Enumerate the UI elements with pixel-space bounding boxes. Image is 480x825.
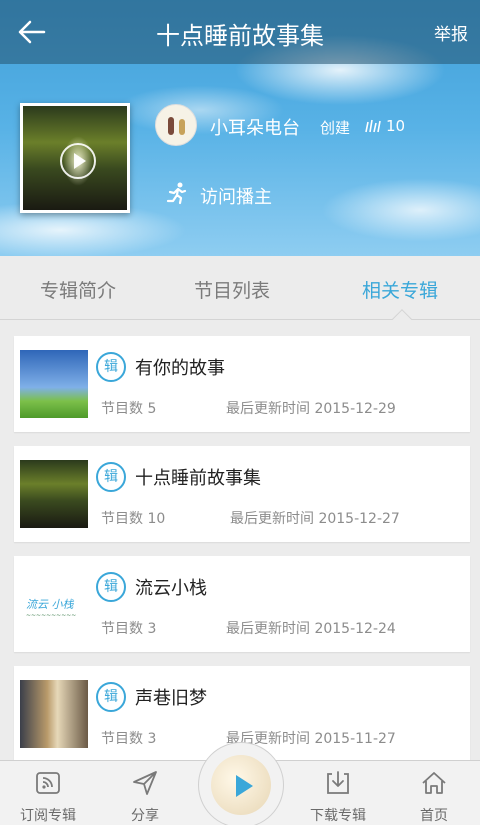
page-title: 十点睡前故事集 (156, 22, 324, 50)
last-updated: 最后更新时间 2015-12-24 (226, 621, 396, 637)
thumbnail-brand-sub: ~~~~~~~~~~ (26, 612, 77, 619)
album-title: 声巷旧梦 (135, 688, 207, 709)
album-thumbnail (20, 680, 88, 748)
program-count: 节目数 5 (101, 401, 157, 417)
top-bar: 十点睡前故事集 举报 (0, 0, 480, 64)
play-icon (74, 153, 86, 169)
tab-related-albums[interactable]: 相关专辑 (362, 276, 438, 303)
album-title: 流云小栈 (135, 578, 207, 599)
album-badge-icon: 辑 (96, 462, 126, 492)
visit-host-button[interactable]: 访问播主 (200, 183, 272, 209)
tab-bar: 专辑简介 节目列表 相关专辑 (0, 256, 480, 320)
host-name-link[interactable]: 小耳朵电台 (210, 114, 300, 140)
album-list-item[interactable]: 辑 有你的故事 节目数 5 最后更新时间 2015-12-29 (14, 336, 470, 432)
nav-label: 分享 (131, 808, 159, 824)
followers-icon (365, 119, 381, 133)
last-updated: 最后更新时间 2015-12-27 (230, 511, 400, 527)
album-list-item[interactable]: 流云 小栈 ~~~~~~~~~~ 辑 流云小栈 节目数 3 最后更新时间 201… (14, 556, 470, 652)
followers-count: 10 (386, 117, 406, 135)
album-thumbnail: 流云 小栈 ~~~~~~~~~~ (20, 570, 88, 638)
create-label: 创建 (320, 119, 351, 137)
album-list-item[interactable]: 辑 十点睡前故事集 节目数 10 最后更新时间 2015-12-27 (14, 446, 470, 542)
album-badge-icon: 辑 (96, 682, 126, 712)
home-button[interactable]: 首页 (394, 761, 474, 825)
play-icon (236, 775, 253, 797)
download-album-button[interactable]: 下载专辑 (298, 761, 378, 825)
running-person-icon (166, 182, 187, 205)
album-hero: 十点睡前故事集 举报 小耳朵电台 创建 10 访问播主 (0, 0, 480, 256)
tab-album-intro[interactable]: 专辑简介 (40, 276, 116, 303)
avatar-figure (168, 117, 174, 135)
program-count: 节目数 10 (101, 511, 166, 527)
home-icon (422, 772, 446, 794)
tab-program-list[interactable]: 节目列表 (194, 276, 270, 303)
program-count: 节目数 3 (101, 731, 157, 747)
album-title: 有你的故事 (135, 358, 225, 379)
send-icon (133, 771, 157, 795)
nav-label: 订阅专辑 (20, 808, 76, 824)
thumbnail-brand-mark: 流云 小栈 (26, 598, 74, 611)
download-icon (327, 771, 349, 794)
album-cover-play-button[interactable] (20, 103, 130, 213)
album-title: 十点睡前故事集 (135, 468, 261, 489)
host-avatar[interactable] (155, 104, 197, 146)
album-badge-icon: 辑 (96, 352, 126, 382)
rss-icon (36, 772, 60, 794)
avatar-figure (179, 119, 185, 135)
program-count: 节目数 3 (101, 621, 157, 637)
report-button[interactable]: 举报 (434, 20, 468, 45)
album-badge-icon: 辑 (96, 572, 126, 602)
nav-label: 下载专辑 (310, 808, 366, 824)
last-updated: 最后更新时间 2015-12-29 (226, 401, 396, 417)
subscribe-album-button[interactable]: 订阅专辑 (8, 761, 88, 825)
album-thumbnail (20, 460, 88, 528)
nav-label: 首页 (420, 808, 448, 824)
album-thumbnail (20, 350, 88, 418)
share-button[interactable]: 分享 (105, 761, 185, 825)
